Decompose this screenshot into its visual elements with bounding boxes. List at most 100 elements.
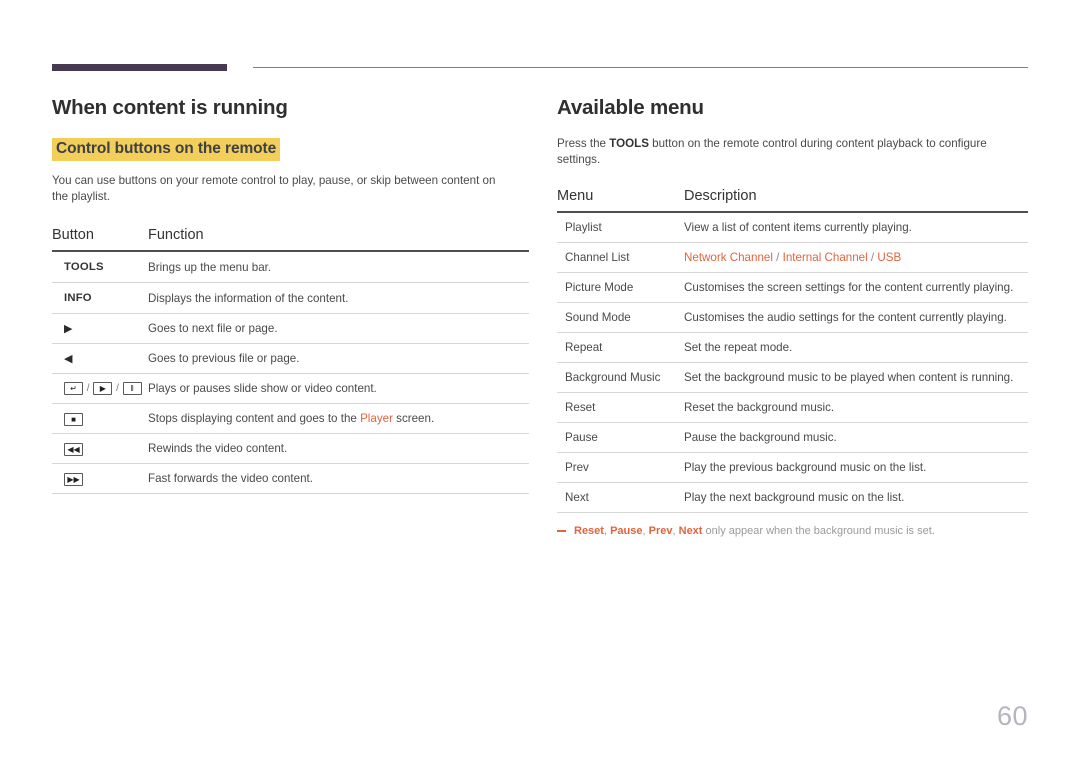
available-menu-title: Available menu (557, 96, 704, 119)
table-row: Next Play the next background music on th… (557, 482, 1028, 513)
stop-key-icon: ■ (52, 403, 148, 435)
function-description: Stops displaying content and goes to the… (148, 403, 529, 435)
menu-item-description: Customises the screen settings for the c… (684, 272, 1028, 303)
menu-item-name[interactable]: Sound Mode (557, 302, 684, 333)
description-link[interactable]: Internal Channel (783, 251, 868, 264)
column-header-function: Function (148, 227, 529, 252)
rewind-key-icon-glyph: ◀◀ (64, 442, 83, 456)
fast-forward-key-icon-glyph: ▶▶ (64, 472, 83, 486)
table-header-row: Button Function (52, 227, 529, 252)
menu-item-name[interactable]: Reset (557, 392, 684, 423)
description-separator: / (772, 251, 783, 264)
menu-item-description: Network Channel / Internal Channel / USB (684, 242, 1028, 273)
page-number: 60 (996, 701, 1028, 731)
right-intro-pre: Press the (557, 137, 610, 150)
play-pause-key-group: ↵ / ▶ / ‖ (52, 373, 148, 405)
left-column: When content is running Control buttons … (52, 96, 529, 495)
table-row: ◀◀ Rewinds the video content. (52, 433, 529, 465)
description-text: Play the next background music on the li… (684, 491, 905, 504)
table-row: Channel List Network Channel / Internal C… (557, 242, 1028, 273)
description-text: View a list of content items currently p… (684, 221, 912, 234)
key-text: TOOLS (64, 261, 104, 273)
description-link[interactable]: Network Channel (684, 251, 773, 264)
play-triangle-right-icon: ▶ (52, 313, 148, 344)
table-row: ↵ / ▶ / ‖ Plays or pauses slide show or v… (52, 373, 529, 405)
available-menu-table: Menu Description Playlist View a list of … (557, 188, 1028, 513)
function-description: Displays the information of the content. (148, 282, 529, 314)
play-triangle-left-icon: ◀ (52, 343, 148, 374)
pause-key-icon: ‖ (122, 382, 142, 396)
button-key-label: TOOLS (52, 251, 148, 283)
fast-forward-key-icon: ▶▶ (52, 463, 148, 495)
button-key-label: INFO (52, 282, 148, 314)
footnote: Reset, Pause, Prev, Next only appear whe… (557, 524, 1028, 539)
table-row: ▶ Goes to next file or page. (52, 313, 529, 344)
column-header-description: Description (684, 188, 1028, 213)
description-text: Customises the screen settings for the c… (684, 281, 1014, 294)
menu-item-name[interactable]: Background Music (557, 362, 684, 393)
menu-item-description: Play the previous background music on th… (684, 452, 1028, 483)
footnote-link[interactable]: Next (679, 525, 703, 537)
play-triangle-right-icon-glyph: ▶ (64, 323, 73, 335)
table-row: ◀ Goes to previous file or page. (52, 343, 529, 374)
description-text: Customises the audio settings for the co… (684, 311, 1007, 324)
function-description: Fast forwards the video content. (148, 463, 529, 495)
footnote-dash-icon (557, 530, 566, 532)
description-text: Stops displaying content and goes to the (148, 412, 361, 426)
description-text: Plays or pauses slide show or video cont… (148, 382, 377, 396)
key-text: INFO (64, 292, 92, 304)
menu-item-description: Customises the audio settings for the co… (684, 302, 1028, 333)
description-text: Rewinds the video content. (148, 442, 288, 456)
key-separator: / (113, 383, 122, 395)
table-row: TOOLS Brings up the menu bar. (52, 251, 529, 283)
menu-item-description: Set the background music to be played wh… (684, 362, 1028, 393)
table-row: Prev Play the previous background music o… (557, 452, 1028, 483)
menu-item-name[interactable]: Playlist (557, 212, 684, 243)
table-row: INFO Displays the information of the cont… (52, 282, 529, 314)
menu-item-name[interactable]: Channel List (557, 242, 684, 273)
description-text: Brings up the menu bar. (148, 260, 272, 274)
table-row: Picture Mode Customises the screen settin… (557, 272, 1028, 303)
remote-buttons-table: Button Function TOOLS Brings up the menu … (52, 227, 529, 495)
table-row: Sound Mode Customises the audio settings … (557, 302, 1028, 333)
description-text: Pause the background music. (684, 431, 837, 444)
stop-key-icon-glyph: ■ (64, 412, 83, 426)
description-link[interactable]: USB (877, 251, 901, 264)
table-row: Reset Reset the background music. (557, 392, 1028, 423)
footnote-link[interactable]: Reset (574, 525, 604, 537)
footnote-link[interactable]: Pause (610, 525, 642, 537)
menu-item-name[interactable]: Pause (557, 422, 684, 453)
description-text: Goes to previous file or page. (148, 352, 300, 365)
description-text: Set the repeat mode. (684, 341, 793, 354)
menu-item-description: Pause the background music. (684, 422, 1028, 453)
table-row: Playlist View a list of content items cur… (557, 212, 1028, 243)
footnote-link[interactable]: Prev (649, 525, 673, 537)
table-row: ▶▶ Fast forwards the video content. (52, 463, 529, 495)
table-header-row: Menu Description (557, 188, 1028, 213)
function-description: Plays or pauses slide show or video cont… (148, 373, 529, 405)
function-description: Brings up the menu bar. (148, 251, 529, 283)
description-text: Goes to next file or page. (148, 322, 278, 335)
menu-item-name[interactable]: Next (557, 482, 684, 513)
table-row: Background Music Set the background music… (557, 362, 1028, 393)
remote-buttons-body: TOOLS Brings up the menu bar. INFO Displays… (52, 251, 529, 495)
description-text-post: screen. (392, 412, 435, 426)
menu-item-description: Reset the background music. (684, 392, 1028, 423)
description-text: Fast forwards the video content. (148, 472, 313, 486)
play-key-icon: ▶ (93, 382, 113, 396)
page-title: When content is running (52, 96, 288, 119)
table-row: ■ Stops displaying content and goes to th… (52, 403, 529, 435)
play-triangle-left-icon-glyph: ◀ (64, 353, 73, 365)
column-header-menu: Menu (557, 188, 684, 213)
description-link[interactable]: Player (360, 412, 393, 425)
right-column: Available menu Press the TOOLS button on… (557, 96, 1028, 539)
menu-item-name[interactable]: Repeat (557, 332, 684, 363)
description-text: Set the background music to be played wh… (684, 371, 1014, 384)
description-separator: / (867, 251, 878, 264)
function-description: Goes to next file or page. (148, 313, 529, 344)
header-rule-thick (52, 64, 227, 71)
menu-item-name[interactable]: Picture Mode (557, 272, 684, 303)
menu-item-name[interactable]: Prev (557, 452, 684, 483)
footnote-plain-text: only appear when the background music is… (702, 525, 935, 537)
header-rule (52, 64, 1028, 72)
